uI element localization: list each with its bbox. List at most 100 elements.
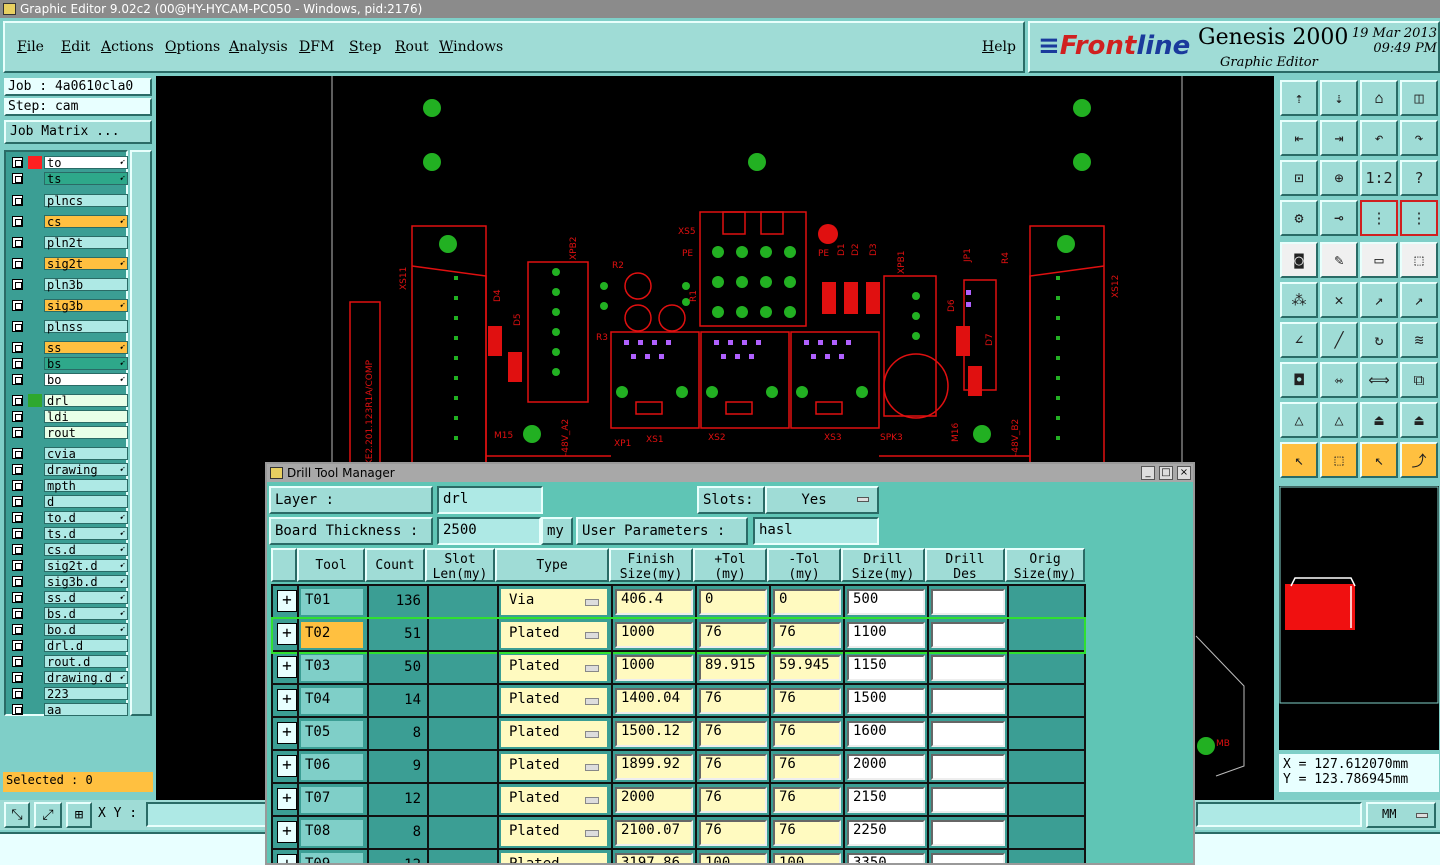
tri3-icon[interactable]: ⏏	[1360, 402, 1398, 438]
drill-size-input[interactable]: 3350	[847, 853, 925, 863]
expand-row-button[interactable]: +	[277, 854, 297, 863]
layer-color-swatch[interactable]	[28, 278, 42, 291]
layer-name[interactable]: d	[44, 495, 128, 509]
layer-name[interactable]: cs ➹	[44, 215, 128, 229]
plus-tol-input[interactable]: 100	[699, 853, 767, 863]
minimize-icon[interactable]: _	[1141, 466, 1155, 480]
layer-checkbox[interactable]	[12, 321, 23, 332]
tools-icon[interactable]: ⚙	[1280, 200, 1318, 236]
layer-row[interactable]: to.d ➹	[10, 511, 128, 525]
drill-size-input[interactable]: 1100	[847, 622, 925, 648]
layers-icon[interactable]: ⋮	[1360, 200, 1398, 236]
minus-tol-input[interactable]: 100	[773, 853, 841, 863]
tool-type-select[interactable]: Plated	[501, 622, 607, 648]
layer-row[interactable]: ts ➹	[10, 172, 128, 186]
finish-size-input[interactable]: 1400.04	[615, 688, 693, 714]
menu-dfm[interactable]: DFM	[299, 39, 334, 55]
expand-row-button[interactable]: +	[277, 590, 297, 612]
menu-file[interactable]: File	[17, 39, 44, 55]
cross-icon[interactable]: ✕	[1320, 282, 1358, 318]
layers-alt-icon[interactable]: ⋮	[1400, 200, 1438, 236]
tool-type-select[interactable]: Plated	[501, 688, 607, 714]
layer-name[interactable]: ts.d ➹	[44, 527, 128, 541]
layer-row[interactable]: sig3b ➹	[10, 299, 128, 313]
command-input[interactable]	[1196, 802, 1362, 827]
layer-checkbox[interactable]	[12, 496, 23, 507]
job-matrix-button[interactable]: Job Matrix ...	[4, 120, 152, 144]
layer-color-swatch[interactable]	[28, 671, 42, 684]
layer-color-swatch[interactable]	[28, 373, 42, 386]
link-icon[interactable]: ↗	[1360, 282, 1398, 318]
layer-name[interactable]: sig3b.d ➹	[44, 575, 128, 589]
layer-row[interactable]: pln2t	[10, 236, 128, 250]
minus-tol-input[interactable]: 76	[773, 820, 841, 846]
drill-size-input[interactable]: 1500	[847, 688, 925, 714]
layer-color-swatch[interactable]	[28, 703, 42, 716]
measure-icon[interactable]: ⟺	[1360, 362, 1398, 398]
layer-color-swatch[interactable]	[28, 394, 42, 407]
layer-name[interactable]: bo.d ➹	[44, 623, 128, 637]
slots-select[interactable]: Yes	[765, 486, 879, 514]
xy-input[interactable]	[146, 802, 270, 827]
layer-color-swatch[interactable]	[28, 299, 42, 312]
pan-right-icon[interactable]: ⇥	[1320, 120, 1358, 156]
layer-row[interactable]: sig2t ➹	[10, 257, 128, 271]
layer-row[interactable]: bo ➹	[10, 373, 128, 387]
tool-button[interactable]: T01	[301, 589, 363, 615]
menu-edit[interactable]: Edit	[61, 39, 90, 55]
drill-size-input[interactable]: 2000	[847, 754, 925, 780]
layer-name[interactable]: aa	[44, 703, 128, 717]
layer-color-swatch[interactable]	[28, 194, 42, 207]
minus-tol-input[interactable]: 59.945	[773, 655, 841, 681]
text-icon[interactable]: ≋	[1400, 322, 1438, 358]
ruler-icon[interactable]: ▭	[1360, 242, 1398, 278]
layer-name[interactable]: sig2t.d ➹	[44, 559, 128, 573]
expand-row-button[interactable]: +	[277, 722, 297, 744]
layer-checkbox[interactable]	[12, 258, 23, 269]
menu-rout[interactable]: Rout	[395, 39, 429, 55]
page-up-icon[interactable]: ⇡	[1280, 80, 1318, 116]
layer-row[interactable]: sig3b.d ➹	[10, 575, 128, 589]
table-row[interactable]: + T02 51 Plated 1000 76 76 1100	[271, 617, 1086, 654]
layer-row[interactable]: d	[10, 495, 128, 509]
drill-des-input[interactable]	[931, 820, 1005, 846]
layer-row[interactable]: drl	[10, 394, 128, 408]
layer-checkbox[interactable]	[12, 300, 23, 311]
expand-row-button[interactable]: +	[277, 656, 297, 678]
layer-color-swatch[interactable]	[28, 687, 42, 700]
layer-name[interactable]: drawing.d ➹	[44, 671, 128, 685]
layer-name[interactable]: ts ➹	[44, 172, 128, 186]
layer-name[interactable]: pln2t	[44, 236, 128, 250]
layer-row[interactable]: pln3b	[10, 278, 128, 292]
pan-left-icon[interactable]: ⇤	[1280, 120, 1318, 156]
layer-name[interactable]: plncs	[44, 194, 128, 208]
table-row[interactable]: + T05 8 Plated 1500.12 76 76 1600	[273, 718, 1084, 751]
layer-checkbox[interactable]	[12, 480, 23, 491]
layer-checkbox[interactable]	[12, 374, 23, 385]
layer-row[interactable]: to ➹	[10, 156, 128, 170]
arc-icon[interactable]: ↻	[1360, 322, 1398, 358]
layer-row[interactable]: bo.d ➹	[10, 623, 128, 637]
table-row[interactable]: + T06 9 Plated 1899.92 76 76 2000	[273, 751, 1084, 784]
layer-name[interactable]: rout.d	[44, 655, 128, 669]
board-thickness-field[interactable]: 2500	[437, 517, 541, 545]
layer-name[interactable]: drl	[44, 394, 128, 408]
layer-checkbox[interactable]	[12, 640, 23, 651]
layer-checkbox[interactable]	[12, 358, 23, 369]
layer-color-swatch[interactable]	[28, 257, 42, 270]
pad-icon[interactable]: ◘	[1280, 362, 1318, 398]
expand-row-button[interactable]: +	[277, 788, 297, 810]
layer-color-swatch[interactable]	[28, 320, 42, 333]
select-box-icon[interactable]: ⬚	[1320, 442, 1358, 478]
tool-button[interactable]: T08	[301, 820, 363, 846]
undo-icon[interactable]: ↶	[1360, 120, 1398, 156]
drill-size-input[interactable]: 500	[847, 589, 925, 615]
layer-color-swatch[interactable]	[28, 607, 42, 620]
table-row[interactable]: + T01 136 Via 406.4 0 0 500	[273, 586, 1084, 619]
layer-row[interactable]: bs ➹	[10, 357, 128, 371]
expand-row-button[interactable]: +	[277, 821, 297, 843]
layer-checkbox[interactable]	[12, 656, 23, 667]
layer-color-swatch[interactable]	[28, 527, 42, 540]
layer-row[interactable]: plncs	[10, 194, 128, 208]
layer-name[interactable]: cvia	[44, 447, 128, 461]
